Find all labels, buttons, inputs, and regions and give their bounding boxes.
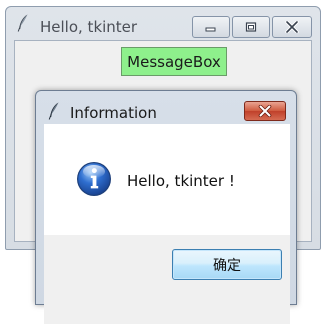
dialog-message: Hello, tkinter ! <box>127 172 235 190</box>
feather-icon <box>48 102 59 120</box>
dialog-message-area: Hello, tkinter ! <box>44 124 290 235</box>
dialog-body: Hello, tkinter ! 确定 <box>44 124 290 324</box>
minimize-icon <box>205 27 216 32</box>
dialog-close-button[interactable] <box>244 101 286 121</box>
close-button[interactable] <box>272 16 312 38</box>
dialog-title: Information <box>70 104 157 122</box>
main-title-bar[interactable]: Hello, tkinter <box>6 7 320 39</box>
messagebox-button[interactable]: MessageBox <box>121 47 227 76</box>
maximize-button[interactable] <box>232 16 270 38</box>
caption-buttons <box>192 16 312 38</box>
maximize-icon <box>245 22 257 32</box>
close-icon <box>285 21 299 33</box>
ok-button[interactable]: 确定 <box>172 249 282 280</box>
info-dialog: Information Hello, tkinter ! 确定 <box>35 90 297 324</box>
info-icon <box>77 162 111 196</box>
feather-icon <box>17 14 28 32</box>
window-title: Hello, tkinter <box>40 18 138 36</box>
minimize-button[interactable] <box>192 16 230 38</box>
close-icon <box>258 105 272 117</box>
